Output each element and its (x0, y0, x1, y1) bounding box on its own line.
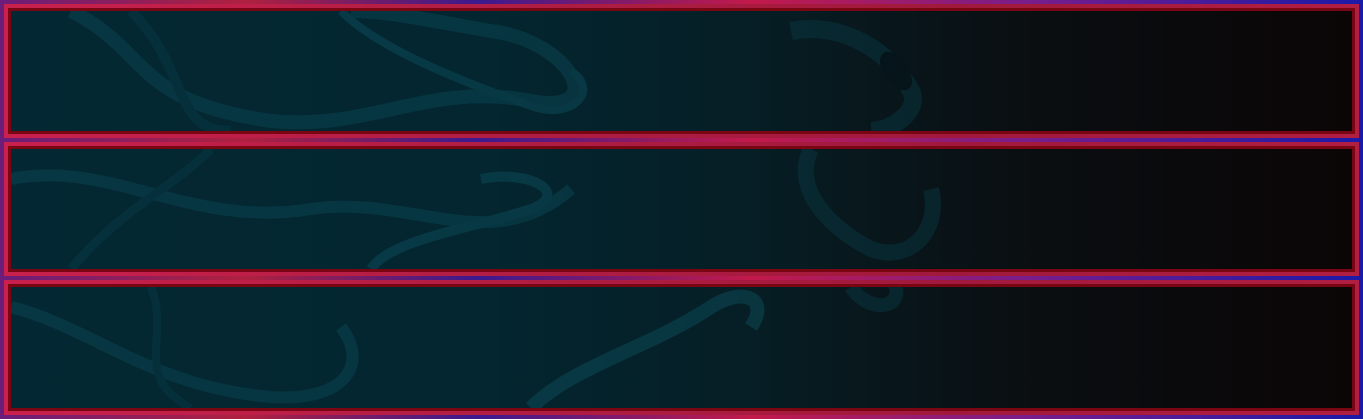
marble-swirl-background (67, 11, 922, 131)
window-frame (0, 0, 1363, 419)
content-panel-2-body (8, 146, 1355, 272)
marble-swirl-background (11, 149, 941, 269)
marble-swirl-background (11, 287, 904, 408)
content-panel-3 (4, 280, 1359, 415)
content-panel-1 (4, 4, 1359, 138)
content-panel-3-body (8, 284, 1355, 411)
content-panel-2 (4, 142, 1359, 276)
content-panel-1-body (8, 8, 1355, 134)
